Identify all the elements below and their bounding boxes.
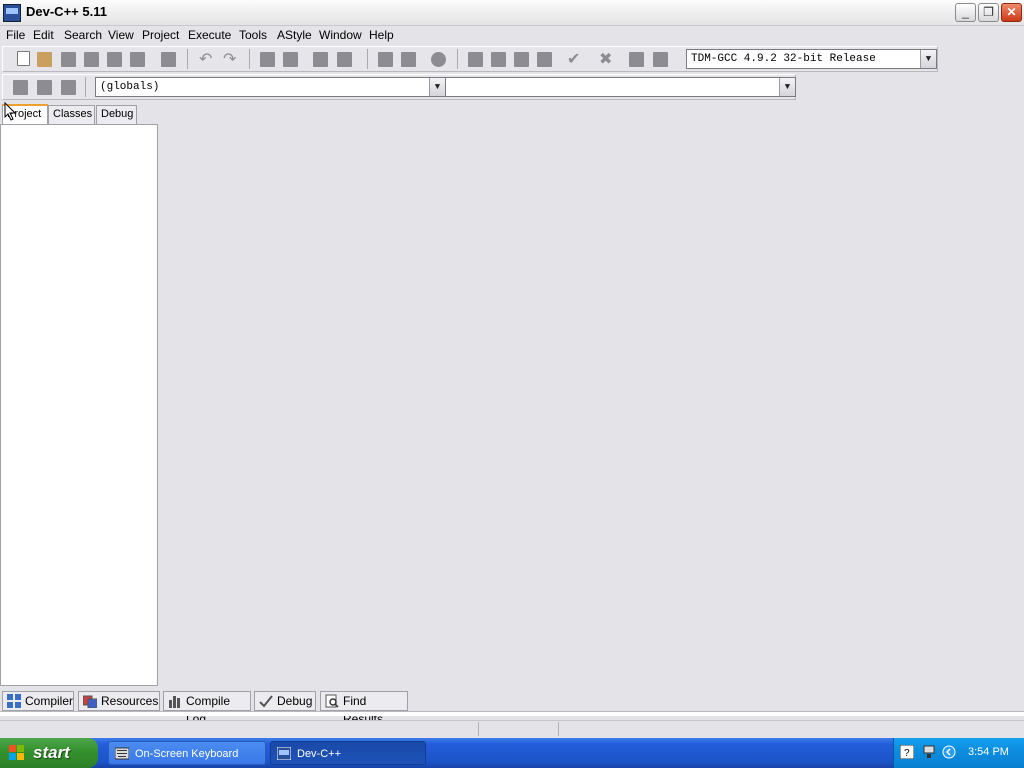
menu-view[interactable]: View [108,28,134,42]
title-bar: Dev-C++ 5.11 _ ❐ ✕ [0,0,1024,26]
toggle-comment-icon[interactable] [431,52,446,67]
clock: 3:54 PM [968,746,1009,758]
task-label: On-Screen Keyboard [135,748,239,760]
save-all-icon[interactable] [84,52,99,67]
toolbar-separator [85,77,86,97]
status-divider [478,722,479,736]
stop-execution-icon[interactable]: ✖ [599,49,612,69]
goto-bookmark-icon[interactable] [61,80,76,95]
compiler-select-value: TDM-GCC 4.9.2 32-bit Release [691,53,876,65]
menu-project[interactable]: Project [142,28,179,42]
tab-compiler[interactable]: Compiler [2,691,74,711]
tab-compiler-label: Compiler [25,694,74,708]
scope-select-value: (globals) [100,81,160,93]
system-tray: ? 3:54 PM [893,738,1024,768]
menu-window[interactable]: Window [319,28,362,42]
unindent-icon[interactable] [401,52,416,67]
syntax-check-icon[interactable]: ✔ [567,49,580,69]
chevron-down-icon[interactable]: ▼ [779,78,795,96]
restore-button[interactable]: ❐ [978,3,999,22]
redo-icon[interactable]: ↷ [223,49,236,69]
devcpp-app-icon [3,4,21,22]
network-icon[interactable] [922,745,936,759]
scope-select[interactable]: (globals) ▼ [95,77,446,97]
close-file-icon[interactable] [107,52,122,67]
task-on-screen-keyboard[interactable]: On-Screen Keyboard [108,741,266,765]
compiler-select[interactable]: TDM-GCC 4.9.2 32-bit Release ▼ [686,49,937,69]
compile-icon[interactable] [468,52,483,67]
output-panel-edge [0,711,1024,716]
tab-find-results[interactable]: Find Results [320,691,408,726]
find-next-icon[interactable] [313,52,328,67]
menu-execute[interactable]: Execute [188,28,231,42]
start-label: start [33,743,70,762]
goto-line-icon[interactable] [337,52,352,67]
tab-compile-log[interactable]: Compile Log [163,691,251,726]
tab-debug[interactable]: Debug [96,105,137,124]
rebuild-all-icon[interactable] [537,52,552,67]
status-bar [0,720,1024,739]
find-results-icon [325,694,339,708]
open-file-icon[interactable] [37,52,52,67]
profile-icon[interactable] [629,52,644,67]
run-icon[interactable] [491,52,506,67]
windows-logo-icon [9,745,24,760]
menu-edit[interactable]: Edit [33,28,54,42]
insert-icon[interactable] [13,80,28,95]
replace-icon[interactable] [283,52,298,67]
main-toolbar: ↶ ↷ ✔ ✖ TDM-GCC 4.9.2 32-bit Release ▼ [2,46,938,72]
show-hidden-icons-icon[interactable] [942,745,956,759]
member-select[interactable]: ▼ [445,77,796,97]
taskbar: start On-Screen Keyboard Dev-C++ ? 3:54 … [0,738,1024,768]
tab-resources[interactable]: Resources [78,691,160,711]
task-devcpp[interactable]: Dev-C++ [270,741,426,765]
menu-file[interactable]: File [6,28,25,42]
minimize-button[interactable]: _ [955,3,976,22]
find-icon[interactable] [260,52,275,67]
toolbar-separator [457,49,458,69]
class-toolbar: (globals) ▼ ▼ [2,74,796,100]
toolbar-separator [367,49,368,69]
toolbar-separator [187,49,188,69]
mouse-cursor-icon [4,102,17,121]
devcpp-icon [277,747,291,760]
chevron-down-icon[interactable]: ▼ [920,50,936,68]
close-button[interactable]: ✕ [1001,3,1022,22]
undo-icon[interactable]: ↶ [199,49,212,69]
tab-debug-output-label: Debug [277,694,313,708]
toolbar-separator [249,49,250,69]
compile-log-icon [169,696,180,708]
menu-bar: File Edit Search View Project Execute To… [0,26,1024,44]
toggle-bookmark-icon[interactable] [37,80,52,95]
debug-check-icon [259,695,273,708]
chevron-down-icon[interactable]: ▼ [429,78,445,96]
indent-icon[interactable] [378,52,393,67]
compile-run-icon[interactable] [514,52,529,67]
menu-search[interactable]: Search [64,28,102,42]
help-icon[interactable]: ? [900,745,914,759]
tab-classes[interactable]: Classes [48,105,95,124]
resources-icon [83,695,97,708]
print-icon[interactable] [161,52,176,67]
svg-text:?: ? [904,748,910,759]
status-divider [558,722,559,736]
close-all-icon[interactable] [130,52,145,67]
new-file-icon[interactable] [17,51,30,66]
save-icon[interactable] [61,52,76,67]
delete-profile-icon[interactable] [653,52,668,67]
menu-help[interactable]: Help [369,28,394,42]
compiler-icon [7,694,21,708]
task-label: Dev-C++ [297,748,342,760]
keyboard-icon [115,747,129,760]
tab-debug-output[interactable]: Debug [254,691,316,711]
menu-tools[interactable]: Tools [239,28,267,42]
window-title: Dev-C++ 5.11 [26,4,107,19]
project-explorer-panel[interactable] [0,124,158,686]
menu-astyle[interactable]: AStyle [277,28,312,42]
start-button[interactable]: start [0,738,98,768]
tab-resources-label: Resources [101,694,159,708]
